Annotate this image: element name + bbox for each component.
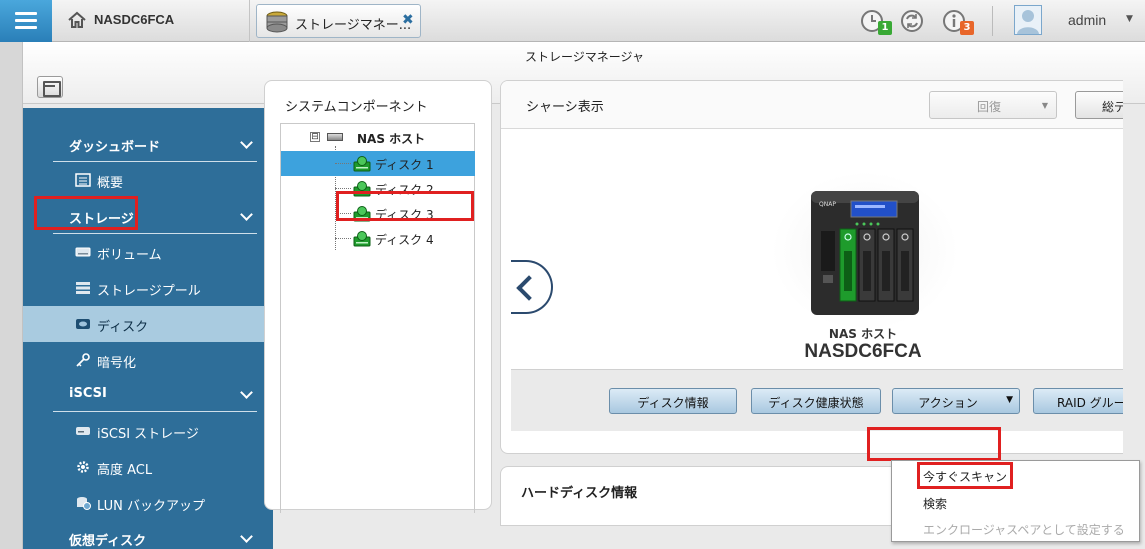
sidebar-item-overview[interactable]: 概要 (23, 162, 273, 198)
tree-node-nas-host[interactable]: NAS ホスト (357, 130, 425, 147)
menu-item-set-enclosure-spare: エンクロージャスペアとして設定する (923, 523, 1125, 537)
previous-enclosure-button[interactable] (511, 260, 553, 314)
window-title: ストレージマネージャ (525, 50, 644, 64)
chevron-down-icon (240, 208, 253, 221)
hard-disk-icon (353, 231, 371, 247)
chassis-header: シャーシ表示 回復 ▼ 総デ (501, 81, 1123, 129)
highlight-box-disk (34, 196, 138, 230)
sidebar-item-iscsi-storage[interactable]: iSCSI ストレージ (23, 413, 273, 449)
volume-icon (75, 247, 91, 257)
chevron-down-icon (240, 136, 253, 149)
close-icon[interactable]: ✖ (402, 12, 414, 28)
tree-node-disk-1[interactable]: ディスク 1 (281, 151, 475, 176)
chevron-down-icon: ▼ (1041, 101, 1048, 110)
tree-node-disk-4[interactable]: ディスク 4 (281, 226, 475, 251)
menu-item-locate[interactable]: 検索 (892, 489, 1139, 515)
disk-health-button[interactable]: ディスク健康状態 (751, 388, 881, 414)
sidebar-item-encryption[interactable]: 暗号化 (23, 342, 273, 378)
sidebar-item-storage-pool[interactable]: ストレージプール (23, 270, 273, 306)
chevron-down-icon (240, 386, 253, 399)
sidebar-section-virtual-disk[interactable]: 仮想ディスク (53, 520, 257, 549)
chevron-down-icon (240, 530, 253, 543)
nas-host-label: NAS ホスト (828, 327, 898, 341)
lun-backup-icon (77, 497, 91, 510)
sync-icon[interactable] (900, 9, 924, 33)
panel-title: システムコンポーネント (285, 100, 428, 115)
host-name: NASDC6FCA (94, 12, 175, 27)
action-button[interactable]: アクション ▼ (892, 388, 1020, 414)
app-tab-storage-manager[interactable]: ストレージマネー... ✖ (256, 4, 421, 38)
sidebar: ダッシュボード 概要 ストレージ ボリューム ストレージプール ディスク 暗号化… (23, 108, 273, 549)
panel-title: ハードディスク情報 (521, 486, 638, 501)
system-components-panel: システムコンポーネント ⊟ NAS ホスト ディスク 1 ディスク 2 ディスク… (264, 80, 492, 513)
restore-dropdown[interactable]: 回復 ▼ (929, 91, 1057, 119)
app-tab-label: ストレージマネー... (295, 18, 412, 33)
disk-action-toolbar: ディスク情報 ディスク健康状態 アクション ▼ RAID グループ (511, 369, 1123, 431)
user-name[interactable]: admin (1068, 12, 1106, 28)
avatar[interactable] (1014, 5, 1042, 35)
home-button[interactable]: NASDC6FCA (52, 0, 250, 42)
notification-badge-tasks: 1 (878, 21, 892, 35)
iscsi-storage-icon (76, 427, 90, 435)
panel-title: シャーシ表示 (526, 100, 604, 115)
caret-down-icon: ▼ (1006, 395, 1013, 405)
sidebar-item-advanced-acl[interactable]: 高度 ACL (23, 449, 273, 485)
summary-button[interactable]: 総デ (1075, 91, 1123, 119)
notification-badge-info: 3 (960, 21, 974, 35)
hamburger-icon (15, 12, 37, 15)
collapse-icon[interactable]: ⊟ (310, 132, 320, 142)
gear-icon (77, 461, 89, 473)
nas-host-icon (327, 133, 343, 141)
sidebar-section-dashboard[interactable]: ダッシュボード (53, 126, 257, 162)
top-bar: NASDC6FCA ストレージマネー... ✖ 1 3 admin ▼ (0, 0, 1145, 42)
nas-enclosure-image: QNAP (771, 171, 959, 331)
sidebar-item-volume[interactable]: ボリューム (23, 234, 273, 270)
home-icon (68, 11, 86, 28)
sidebar-section-iscsi[interactable]: iSCSI (53, 376, 257, 412)
raid-group-button[interactable]: RAID グループ (1033, 388, 1123, 414)
hard-disk-icon (353, 156, 371, 172)
disk-info-button[interactable]: ディスク情報 (609, 388, 737, 414)
storage-manager-icon (266, 11, 288, 33)
svg-text:QNAP: QNAP (819, 201, 836, 208)
highlight-box-disk-1 (336, 191, 474, 221)
chassis-view-panel: シャーシ表示 回復 ▼ 総デ QNAP (500, 80, 1123, 454)
highlight-box-scan-now (917, 462, 1013, 489)
sidebar-item-lun-backup[interactable]: LUN バックアップ (23, 485, 273, 521)
chevron-down-icon[interactable]: ▼ (1126, 14, 1133, 24)
nas-name: NASDC6FCA (804, 341, 922, 362)
highlight-box-action (867, 427, 1001, 461)
sidebar-item-disk[interactable]: ディスク (23, 306, 273, 342)
toggle-layout-button[interactable] (37, 76, 63, 98)
nas-device-icon: QNAP (811, 191, 919, 315)
key-icon (76, 353, 90, 367)
user-icon (1017, 10, 1039, 34)
storage-pool-icon (76, 282, 90, 294)
overview-icon (75, 173, 91, 187)
disk-icon (76, 319, 90, 329)
component-tree: ⊟ NAS ホスト ディスク 1 ディスク 2 ディスク 3 ディスク 4 (280, 123, 475, 513)
toolbar-divider (992, 6, 993, 36)
main-menu-button[interactable] (0, 0, 52, 42)
